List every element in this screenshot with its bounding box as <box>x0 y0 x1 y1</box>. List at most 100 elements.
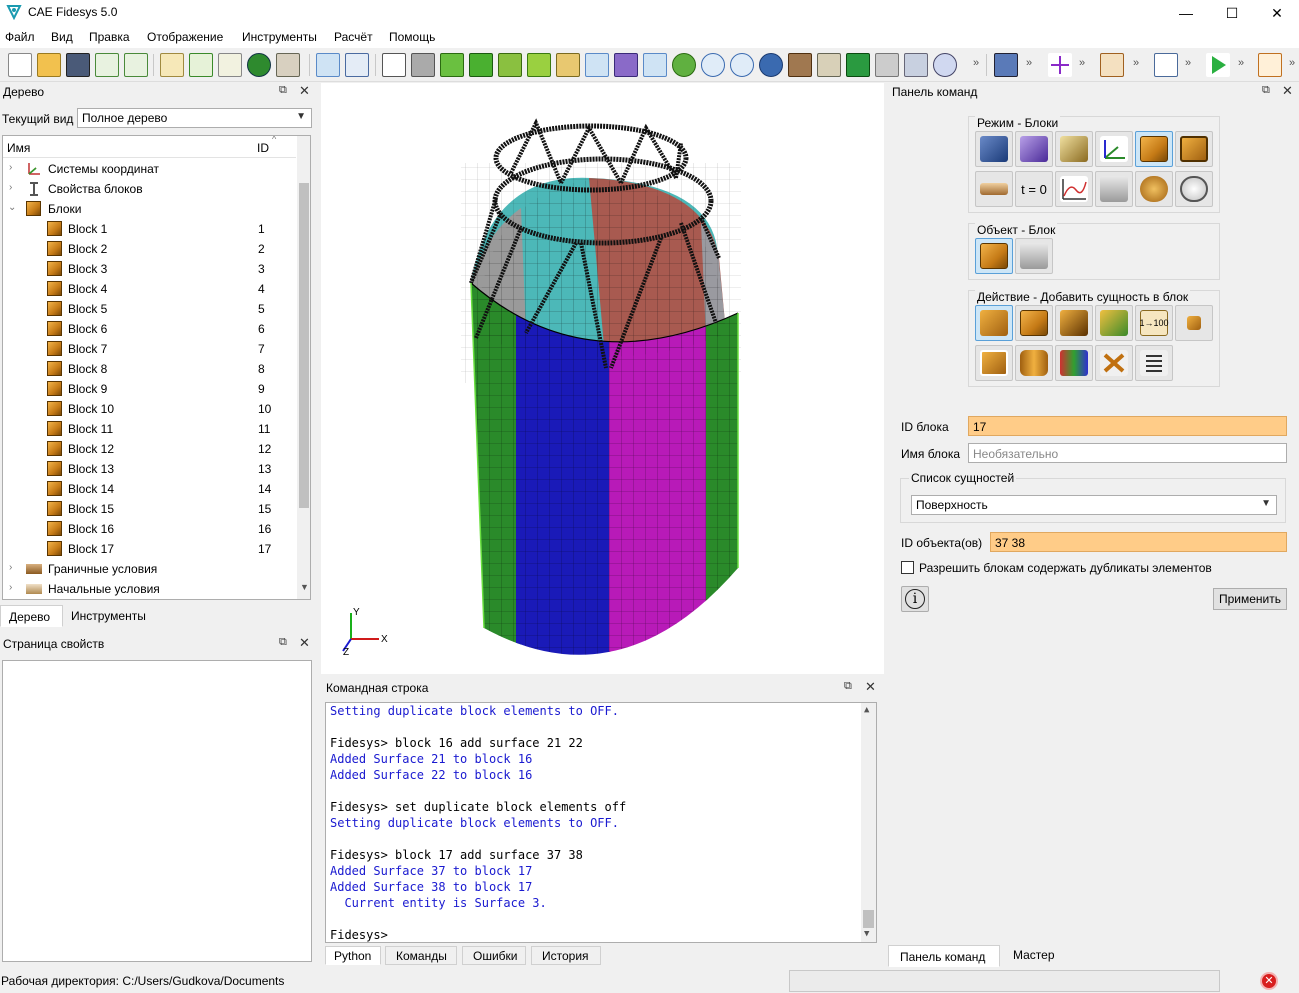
axis-z-icon[interactable] <box>1258 53 1282 77</box>
tree-scroll-thumb[interactable] <box>299 183 309 508</box>
tree-item-block[interactable]: Block 10 10 <box>3 399 296 419</box>
undo-icon[interactable] <box>345 53 369 77</box>
tree-item-block-props[interactable]: › Свойства блоков <box>3 179 296 199</box>
tree-item-block[interactable]: Block 13 13 <box>3 459 296 479</box>
float-panel-icon[interactable]: ⧉ <box>279 636 287 649</box>
tree-item-block[interactable]: Block 1 1 <box>3 219 296 239</box>
float-panel-icon[interactable]: ⧉ <box>1262 84 1270 97</box>
cone-icon[interactable] <box>498 53 522 77</box>
run-script-icon[interactable] <box>189 53 213 77</box>
tree-item-block[interactable]: Block 4 4 <box>3 279 296 299</box>
pause-icon[interactable] <box>247 53 271 77</box>
load-icon[interactable] <box>1100 53 1124 77</box>
tab-wizard[interactable]: Мастер <box>1001 945 1066 967</box>
col-name[interactable]: Имя <box>7 141 30 155</box>
block-id-field[interactable]: 17 <box>968 416 1287 436</box>
menu-edit[interactable]: Правка <box>89 30 130 44</box>
groups-mode-button[interactable] <box>1175 131 1213 167</box>
tree-item-block[interactable]: Block 16 16 <box>3 519 296 539</box>
analysis-mode-button[interactable] <box>1135 171 1173 207</box>
script-icon[interactable] <box>160 53 184 77</box>
allow-duplicates-checkbox[interactable] <box>901 561 914 574</box>
history-icon[interactable] <box>316 53 340 77</box>
zoom-out-icon[interactable] <box>730 53 754 77</box>
bc-mode-button[interactable] <box>975 171 1013 207</box>
tree-item-block[interactable]: Block 7 7 <box>3 339 296 359</box>
mesh-model[interactable]: Y X Z <box>321 83 884 674</box>
initial-mode-button[interactable]: t = 0 <box>1015 171 1053 207</box>
block-info-list-button[interactable] <box>1135 345 1173 381</box>
tree-item-block[interactable]: Block 8 8 <box>3 359 296 379</box>
tab-errors[interactable]: Ошибки <box>462 946 526 965</box>
block-list-button[interactable] <box>1175 305 1213 341</box>
solid-green-cube-icon[interactable] <box>469 53 493 77</box>
menu-help[interactable]: Помощь <box>389 30 435 44</box>
block-cylinder-button[interactable] <box>1015 345 1053 381</box>
tree-item-block[interactable]: Block 3 3 <box>3 259 296 279</box>
close-window-button[interactable]: ✕ <box>1254 0 1299 26</box>
block-hammer-button[interactable] <box>1055 305 1093 341</box>
box-icon[interactable] <box>846 53 870 77</box>
green-cube-icon[interactable] <box>440 53 464 77</box>
tab-command-panel[interactable]: Панель команд <box>888 945 1000 967</box>
ruler-icon[interactable] <box>817 53 841 77</box>
tree-item-block[interactable]: Block 12 12 <box>3 439 296 459</box>
tab-history[interactable]: История <box>531 946 601 965</box>
shaded-cube-icon[interactable] <box>411 53 435 77</box>
block-paint-button[interactable] <box>1095 305 1133 341</box>
curves-mode-button[interactable] <box>1055 171 1093 207</box>
cmd-scroll-thumb[interactable] <box>863 910 874 928</box>
current-view-select[interactable]: Полное дерево ▼ <box>77 108 312 128</box>
block-split-button[interactable] <box>975 345 1013 381</box>
tree-item-block[interactable]: Block 9 9 <box>3 379 296 399</box>
view-cube-icon[interactable] <box>904 53 928 77</box>
block-renumber-button[interactable]: 1→100 <box>1135 305 1173 341</box>
3d-viewport[interactable]: Y X Z <box>321 83 884 674</box>
save-icon[interactable] <box>66 53 90 77</box>
col-id[interactable]: ID <box>257 141 269 155</box>
tree-item-block[interactable]: Block 11 11 <box>3 419 296 439</box>
tab-tools[interactable]: Инструменты <box>63 605 163 627</box>
tools-icon[interactable] <box>276 53 300 77</box>
menu-view[interactable]: Вид <box>51 30 73 44</box>
bounding-box-icon[interactable] <box>1154 53 1178 77</box>
tree-item-initial[interactable]: › Начальные условия <box>3 579 296 599</box>
float-panel-icon[interactable]: ⧉ <box>844 680 852 693</box>
tree-scrollbar[interactable]: ▼ <box>297 136 310 599</box>
tree-item-blocks[interactable]: ⌄ Блоки <box>3 199 296 219</box>
id-icon[interactable] <box>218 53 242 77</box>
toolbar-overflow[interactable]: » <box>1238 57 1244 69</box>
calc-mode-button[interactable] <box>1095 171 1133 207</box>
material-mode-button[interactable] <box>1055 131 1093 167</box>
entity-type-select[interactable]: Поверхность ▼ <box>911 495 1277 515</box>
tree-item-block[interactable]: Block 14 14 <box>3 479 296 499</box>
open-folder-icon[interactable] <box>37 53 61 77</box>
sphere-icon[interactable] <box>933 53 957 77</box>
toolbar-overflow[interactable]: » <box>973 57 979 69</box>
section-icon[interactable] <box>788 53 812 77</box>
toolbar-overflow[interactable]: » <box>1133 57 1139 69</box>
scroll-down-icon[interactable]: ▼ <box>300 582 309 592</box>
wireframe-cube-icon[interactable] <box>382 53 406 77</box>
close-panel-icon[interactable]: ✕ <box>865 679 876 695</box>
save-check-icon[interactable] <box>95 53 119 77</box>
block-elements-button[interactable] <box>1015 305 1053 341</box>
tree-item-block[interactable]: Block 2 2 <box>3 239 296 259</box>
menu-calc[interactable]: Расчёт <box>334 30 373 44</box>
grid-icon[interactable] <box>585 53 609 77</box>
add-entity-button[interactable] <box>975 305 1013 341</box>
tree-item-block[interactable]: Block 6 6 <box>3 319 296 339</box>
tree-item-boundary[interactable]: › Граничные условия <box>3 559 296 579</box>
toolbar-overflow[interactable]: » <box>1289 57 1295 69</box>
fit-view-icon[interactable] <box>759 53 783 77</box>
float-panel-icon[interactable]: ⧉ <box>279 84 287 97</box>
nodes-icon[interactable] <box>556 53 580 77</box>
menu-display[interactable]: Отображение <box>147 30 223 44</box>
tree-item-block[interactable]: Block 17 17 <box>3 539 296 559</box>
toolbar-overflow[interactable]: » <box>1026 57 1032 69</box>
mesh-mode-button[interactable] <box>1015 131 1053 167</box>
block-delete-button[interactable] <box>1095 345 1133 381</box>
zoom-in-icon[interactable] <box>701 53 725 77</box>
block-color-button[interactable] <box>1055 345 1093 381</box>
blocks-mode-button[interactable] <box>1135 131 1173 167</box>
